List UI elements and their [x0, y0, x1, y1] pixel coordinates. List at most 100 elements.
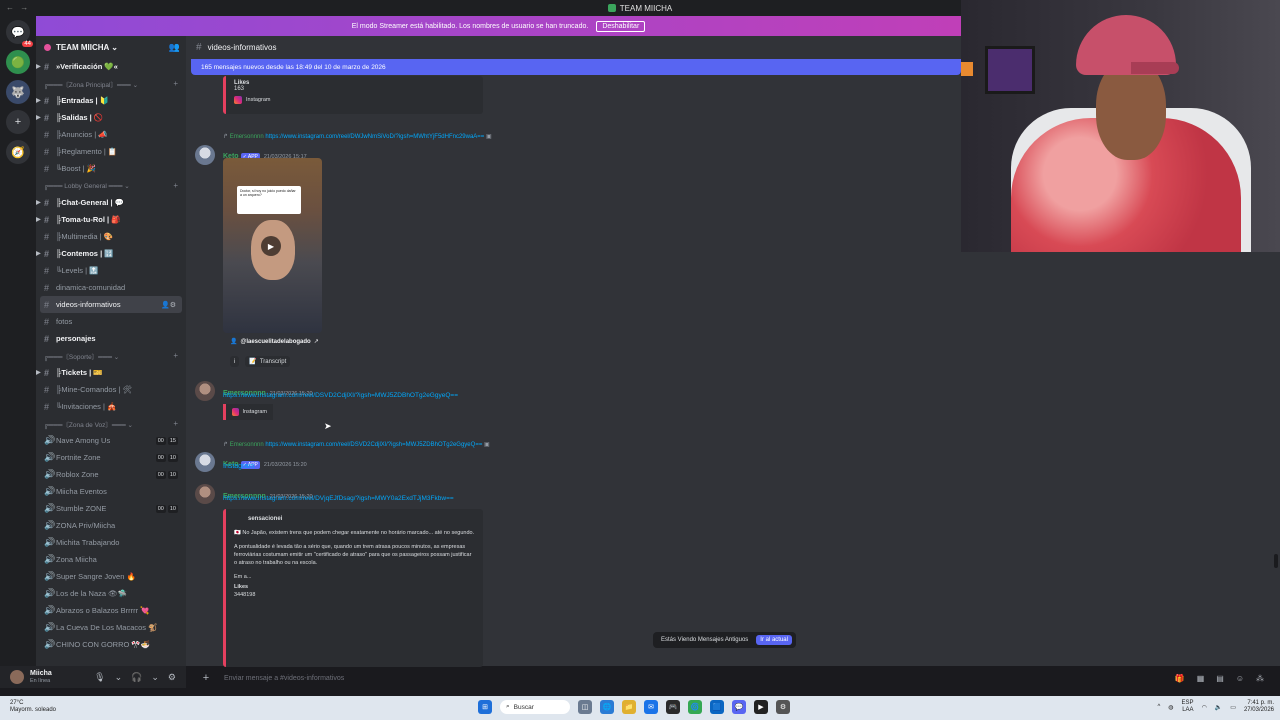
- voice-channel[interactable]: 🔊 Zona Miicha: [36, 551, 186, 568]
- transcript-button[interactable]: 📝 Transcript: [245, 356, 291, 367]
- edge-icon[interactable]: 🌐: [600, 700, 614, 714]
- text-channel[interactable]: ▶ # ╠Tickets | 🎫: [36, 364, 186, 381]
- text-channel[interactable]: # ╚Boost | 🎉: [36, 160, 186, 177]
- text-channel[interactable]: # videos-informativos 👤⚙: [40, 296, 182, 313]
- apps-icon[interactable]: ⁂: [1256, 674, 1264, 683]
- guild-header[interactable]: TEAM MIICHA ⌄ 👥: [36, 36, 186, 58]
- text-channel[interactable]: # ╠Mine-Comandos | 🛠: [36, 381, 186, 398]
- reply-preview[interactable]: ↱ Emersonnnn https://www.instagram.com/r…: [223, 441, 490, 448]
- weather-widget[interactable]: 27°C Mayorm. soleado: [10, 700, 56, 714]
- voice-channel[interactable]: 🔊 CHINO CON GORRO 🎌🍜: [36, 636, 186, 653]
- folder-icon[interactable]: 📁: [622, 700, 636, 714]
- expand-arrow-icon[interactable]: ▶: [36, 216, 41, 223]
- text-channel[interactable]: # ╠Reglamento | 📋: [36, 143, 186, 160]
- external-link-icon[interactable]: ↗: [314, 338, 319, 345]
- voice-channel[interactable]: 🔊 Miicha Eventos: [36, 483, 186, 500]
- network-icon[interactable]: ◍: [1168, 704, 1173, 711]
- avatar[interactable]: [195, 381, 215, 401]
- gif-icon[interactable]: ▦: [1197, 674, 1205, 683]
- app-icon[interactable]: 🟦: [710, 700, 724, 714]
- text-channel[interactable]: ▶ # ╠Salidas | 🚫: [36, 109, 186, 126]
- jump-to-present-button[interactable]: Ir al actual: [756, 635, 792, 645]
- text-channel[interactable]: ▶ # ╠Chat-General | 💬: [36, 194, 186, 211]
- avatar[interactable]: [195, 484, 215, 504]
- voice-channel[interactable]: 🔊 Michita Trabajando: [36, 534, 186, 551]
- start-icon[interactable]: ⊞: [478, 700, 492, 714]
- text-channel[interactable]: # ╚Invitaciones | 🎪: [36, 398, 186, 415]
- chrome-icon[interactable]: 🌀: [688, 700, 702, 714]
- voice-channel[interactable]: 🔊 Super Sangre Joven 🔥: [36, 568, 186, 585]
- expand-arrow-icon[interactable]: ▶: [36, 199, 41, 206]
- scrollbar[interactable]: [1274, 554, 1278, 568]
- info-button[interactable]: i: [230, 356, 240, 367]
- video-thumbnail[interactable]: Doctor, si hoy no juicio puedo dañar a u…: [223, 158, 322, 333]
- language-indicator[interactable]: ESP LAA: [1182, 700, 1194, 714]
- text-channel[interactable]: # fotos: [36, 313, 186, 330]
- add-channel-icon[interactable]: +: [173, 419, 178, 428]
- text-channel[interactable]: # ╠Anuncios | 📣: [36, 126, 186, 143]
- disable-streamer-button[interactable]: Deshabilitar: [596, 20, 646, 32]
- text-channel[interactable]: ▶ # ╠Toma-tu-Rol | 🎒: [36, 211, 186, 228]
- add-channel-icon[interactable]: +: [173, 79, 178, 88]
- discord-icon[interactable]: 💬: [732, 700, 746, 714]
- explore-icon[interactable]: 🧭: [6, 140, 30, 164]
- chevron-down-icon[interactable]: ⌄: [151, 672, 159, 683]
- text-channel[interactable]: # personajes: [36, 330, 186, 347]
- message-link[interactable]: https://www.instagram.com/reel/DSVD2Cdjl…: [223, 392, 458, 399]
- expand-arrow-icon[interactable]: ▶: [36, 63, 41, 70]
- voice-channel[interactable]: 🔊 Fortnite Zone 00 10: [36, 449, 186, 466]
- voice-channel[interactable]: 🔊 Roblox Zone 00 10: [36, 466, 186, 483]
- text-channel[interactable]: ▶ # »Verificación 💚«: [36, 58, 186, 75]
- server-icon-wolf[interactable]: 🐺: [6, 80, 30, 104]
- voice-channel[interactable]: 🔊 Abrazos o Balazos Brrrrr 💘: [36, 602, 186, 619]
- new-messages-bar[interactable]: 165 mensajes nuevos desde las 18:49 del …: [191, 59, 961, 75]
- text-channel[interactable]: # dinamica-comunidad: [36, 279, 186, 296]
- expand-arrow-icon[interactable]: ▶: [36, 114, 41, 121]
- text-channel[interactable]: ▶ # ╠Entradas | 🔰: [36, 92, 186, 109]
- voice-channel[interactable]: 🔊 ZONA Priv/Miicha: [36, 517, 186, 534]
- attach-plus-icon[interactable]: +: [196, 672, 216, 684]
- gift-icon[interactable]: 🎁: [1175, 674, 1185, 683]
- text-channel[interactable]: # ╚Levels | 🔝: [36, 262, 186, 279]
- direct-messages-icon[interactable]: 💬 44: [6, 20, 33, 47]
- voice-channel[interactable]: 🔊 Los de la Naza 👁🛸: [36, 585, 186, 602]
- taskbar-search[interactable]: ⌕ Buscar: [500, 700, 570, 714]
- reply-link[interactable]: https://www.instagram.com/reel/DSVD2Cdjl…: [265, 442, 482, 448]
- voice-channel[interactable]: 🔊 La Cueva De Los Macacos 🐒: [36, 619, 186, 636]
- voice-channel[interactable]: 🔊 Nave Among Us 00 15: [36, 432, 186, 449]
- play-icon[interactable]: ▶: [261, 236, 281, 256]
- nav-arrows[interactable]: ← →: [6, 3, 30, 12]
- category-header[interactable]: ╔═══ Lobby General ═══ ⌄ +: [36, 177, 186, 194]
- gear-icon[interactable]: ⚙: [168, 672, 176, 683]
- avatar[interactable]: [195, 145, 215, 165]
- category-header[interactable]: ╔═══〘Zona Principal〙═══ ⌄ +: [36, 75, 186, 92]
- clock[interactable]: 7:41 p. m. 27/03/2026: [1244, 700, 1274, 714]
- chevron-down-icon[interactable]: ⌄: [115, 672, 123, 683]
- avatar[interactable]: [195, 452, 215, 472]
- headphones-icon[interactable]: 🎧: [131, 672, 142, 683]
- volume-icon[interactable]: 🔈: [1215, 704, 1222, 711]
- task-view-icon[interactable]: ◫: [578, 700, 592, 714]
- message-link[interactable]: https://www.instagram.com/reel/DVjqEJfDs…: [223, 495, 454, 502]
- wifi-icon[interactable]: ◠: [1202, 704, 1207, 711]
- expand-arrow-icon[interactable]: ▶: [36, 97, 41, 104]
- category-header[interactable]: ╔═══〘Soporte〙═══ ⌄ +: [36, 347, 186, 364]
- emoji-icon[interactable]: ☺: [1236, 674, 1244, 683]
- add-server-icon[interactable]: +: [6, 110, 30, 134]
- tray-chevron-icon[interactable]: ^: [1157, 704, 1160, 710]
- reply-link[interactable]: https://www.instagram.com/reel/DWJwNmSiV…: [265, 134, 484, 140]
- game-icon[interactable]: 🎮: [666, 700, 680, 714]
- battery-icon[interactable]: ▭: [1230, 704, 1236, 711]
- avatar[interactable]: [10, 670, 24, 684]
- server-icon-team-miicha[interactable]: 🟢: [6, 50, 30, 74]
- channel-settings-icon[interactable]: 👤⚙: [161, 301, 176, 309]
- embed-author-row[interactable]: 👤 @laescuelitadelabogado ↗: [230, 338, 319, 346]
- settings-icon[interactable]: ⚙: [776, 700, 790, 714]
- microphone-icon[interactable]: 🎙: [94, 672, 105, 683]
- expand-arrow-icon[interactable]: ▶: [36, 250, 41, 257]
- message-text[interactable]: Instagram: [223, 463, 254, 470]
- sticker-icon[interactable]: ▤: [1216, 674, 1224, 683]
- expand-arrow-icon[interactable]: ▶: [36, 369, 41, 376]
- text-channel[interactable]: # ╠Multimedia | 🎨: [36, 228, 186, 245]
- add-channel-icon[interactable]: +: [173, 351, 178, 360]
